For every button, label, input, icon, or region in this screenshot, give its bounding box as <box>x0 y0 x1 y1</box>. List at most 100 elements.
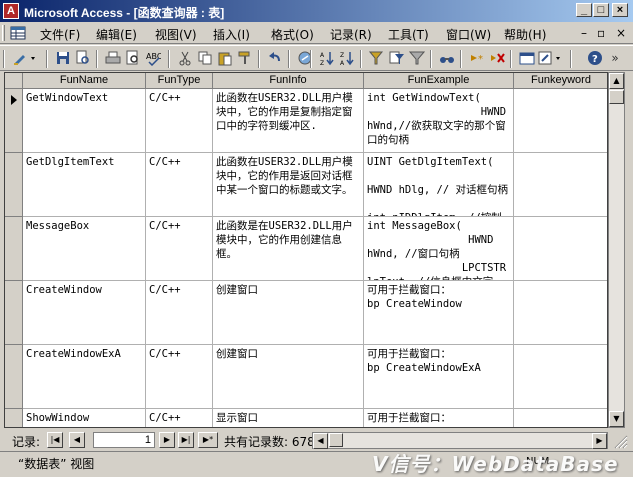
cell-funkeyword[interactable] <box>514 281 607 345</box>
spelling-button[interactable]: ABC <box>144 50 163 67</box>
menu-records[interactable]: 记录(R) <box>330 26 372 43</box>
app-icon[interactable]: A <box>3 3 19 19</box>
cell-funname[interactable]: CreateWindow <box>23 281 146 345</box>
toolbar-separator <box>96 50 98 68</box>
sort-descending-button[interactable]: ZA <box>338 50 356 67</box>
file-search-button[interactable] <box>74 50 92 67</box>
print-button[interactable] <box>104 50 122 67</box>
mdi-close-button[interactable]: × <box>616 26 626 40</box>
new-record-button[interactable]: * <box>468 50 486 67</box>
previous-record-button[interactable]: ◀ <box>69 432 85 448</box>
cell-funinfo[interactable]: 此函数在USER32.DLL用户模块中，它的作用是返回对话框中某一个窗口的标题或… <box>213 153 364 217</box>
scroll-up-button[interactable]: ▲ <box>609 73 624 89</box>
cell-funkeyword[interactable] <box>514 345 607 409</box>
menu-view[interactable]: 视图(V) <box>155 26 197 43</box>
first-record-button[interactable]: |◀ <box>47 432 63 448</box>
cell-funtype[interactable]: C/C++ <box>146 89 213 153</box>
resize-grip-icon[interactable] <box>612 433 628 449</box>
cell-funtype[interactable]: C/C++ <box>146 345 213 409</box>
scroll-thumb[interactable] <box>609 90 624 104</box>
menu-insert[interactable]: 插入(I) <box>213 26 250 43</box>
column-header-funexample[interactable]: FunExample <box>364 73 514 89</box>
print-preview-button[interactable] <box>124 50 142 67</box>
horizontal-scrollbar[interactable]: ◀ ▶ <box>312 432 608 449</box>
cell-funkeyword[interactable] <box>514 153 607 217</box>
scroll-down-button[interactable]: ▼ <box>609 411 624 427</box>
vertical-scrollbar[interactable]: ▲ ▼ <box>608 72 625 428</box>
column-header-funkeyword[interactable]: Funkeyword <box>514 73 607 89</box>
save-button[interactable] <box>54 50 72 67</box>
cell-funtype[interactable]: C/C++ <box>146 217 213 281</box>
cell-funinfo[interactable]: 此函数是在USER32.DLL用户模块中，它的作用创建信息框。 <box>213 217 364 281</box>
scroll-left-button[interactable]: ◀ <box>313 433 328 449</box>
filter-by-selection-button[interactable] <box>368 50 386 67</box>
copy-button[interactable] <box>196 50 214 67</box>
toolbar-options-button[interactable]: » <box>609 50 621 67</box>
menu-format[interactable]: 格式(O) <box>271 26 314 43</box>
apply-filter-button[interactable] <box>408 50 426 67</box>
cell-funinfo[interactable]: 创建窗口 <box>213 345 364 409</box>
cell-funexample[interactable]: 可用于拦截窗口： bp CreateWindowExA <box>364 345 514 409</box>
record-selector[interactable] <box>5 153 23 217</box>
new-object-button[interactable] <box>538 50 564 67</box>
cell-funinfo[interactable]: 显示窗口 <box>213 409 364 427</box>
cell-funtype[interactable]: C/C++ <box>146 153 213 217</box>
cell-funtype[interactable]: C/C++ <box>146 281 213 345</box>
toolbar-separator <box>288 50 290 68</box>
record-selector[interactable] <box>5 281 23 345</box>
menu-window[interactable]: 窗口(W) <box>446 26 491 43</box>
record-selector[interactable] <box>5 217 23 281</box>
undo-button[interactable] <box>266 50 284 67</box>
close-button[interactable]: × <box>612 3 628 17</box>
database-window-button[interactable] <box>518 50 536 67</box>
cut-button[interactable] <box>176 50 194 67</box>
cell-funkeyword[interactable] <box>514 89 607 153</box>
mdi-restore-button[interactable]: ▫ <box>597 26 605 40</box>
format-painter-button[interactable] <box>236 50 254 67</box>
cell-funinfo[interactable]: 创建窗口 <box>213 281 364 345</box>
last-record-button[interactable]: ▶| <box>178 432 194 448</box>
delete-record-button[interactable] <box>488 50 506 67</box>
design-view-button[interactable] <box>12 50 40 67</box>
cell-funname[interactable]: GetWindowText <box>23 89 146 153</box>
filter-by-form-button[interactable] <box>388 50 406 67</box>
record-selector-current[interactable] <box>5 89 23 153</box>
next-record-button[interactable]: ▶ <box>159 432 175 448</box>
record-selector[interactable] <box>5 345 23 409</box>
cell-funkeyword[interactable] <box>514 217 607 281</box>
cell-funexample[interactable]: 可用于拦截窗口： bp CreateWindow <box>364 281 514 345</box>
cell-funname[interactable]: ShowWindow <box>23 409 146 427</box>
menu-edit[interactable]: 编辑(E) <box>96 26 137 43</box>
cell-funexample[interactable]: 可用于拦截窗口： bp ShowWindow <box>364 409 514 427</box>
menu-help[interactable]: 帮助(H) <box>504 26 546 43</box>
column-header-funtype[interactable]: FunType <box>146 73 213 89</box>
cell-funname[interactable]: CreateWindowExA <box>23 345 146 409</box>
menu-file[interactable]: 文件(F) <box>40 26 80 43</box>
record-selector[interactable] <box>5 409 23 427</box>
current-record-input[interactable]: 1 <box>93 432 155 448</box>
cell-funkeyword[interactable] <box>514 409 607 427</box>
scroll-right-button[interactable]: ▶ <box>592 433 607 449</box>
sort-ascending-button[interactable]: AZ <box>318 50 336 67</box>
table-icon[interactable] <box>10 25 26 41</box>
cell-funname[interactable]: MessageBox <box>23 217 146 281</box>
cell-funname[interactable]: GetDlgItemText <box>23 153 146 217</box>
new-record-nav-button[interactable]: ▶* <box>198 432 218 448</box>
column-header-funname[interactable]: FunName <box>23 73 146 89</box>
find-button[interactable] <box>438 50 456 67</box>
cell-funexample[interactable]: int MessageBox( HWND hWnd, //窗口句柄 LPCTST… <box>364 217 514 281</box>
maximize-button[interactable]: □ <box>593 3 609 17</box>
arrow-down-icon: ▼ <box>613 414 620 423</box>
mdi-minimize-button[interactable]: – <box>581 26 587 40</box>
select-all-corner[interactable] <box>5 73 23 89</box>
cell-funexample[interactable]: UINT GetDlgItemText( HWND hDlg, // 对话框句柄… <box>364 153 514 217</box>
minimize-button[interactable]: _ <box>576 3 592 17</box>
cell-funtype[interactable]: C/C++ <box>146 409 213 427</box>
horizontal-scroll-thumb[interactable] <box>329 433 343 447</box>
cell-funinfo[interactable]: 此函数在USER32.DLL用户模块中，它的作用是复制指定窗口中的字符到缓冲区. <box>213 89 364 153</box>
column-header-funinfo[interactable]: FunInfo <box>213 73 364 89</box>
menu-tools[interactable]: 工具(T) <box>388 26 429 43</box>
help-button[interactable]: ? <box>586 50 604 67</box>
cell-funexample[interactable]: int GetWindowText( HWND hWnd,//欲获取文字的那个窗… <box>364 89 514 153</box>
paste-button[interactable] <box>216 50 234 67</box>
